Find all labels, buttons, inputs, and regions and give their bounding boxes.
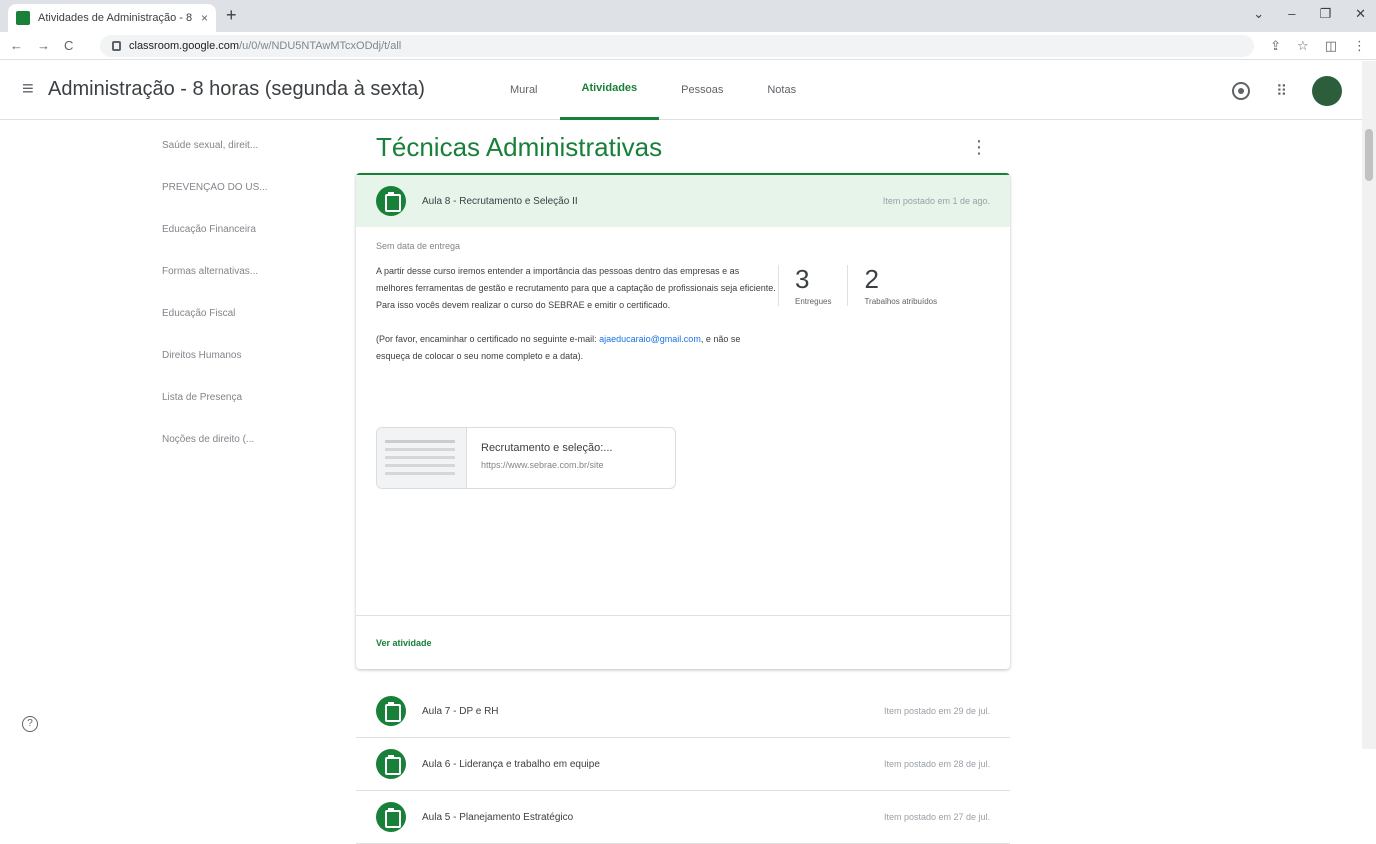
assignment-title: Aula 7 - DP e RH — [422, 705, 499, 717]
topic-options-icon[interactable]: ⋮ — [970, 137, 1010, 158]
help-icon[interactable]: ? — [22, 716, 38, 732]
assignment-date: Item postado em 1 de ago. — [882, 196, 990, 206]
back-icon[interactable]: ← — [10, 38, 23, 53]
assignment-icon — [376, 696, 406, 726]
description-text: (Por favor, encaminhar o certificado no … — [376, 334, 600, 344]
tab-search-icon[interactable]: ⌄ — [1253, 6, 1264, 22]
topic-list: Saúde sexual, direit... PREVENÇÃO DO US.… — [162, 140, 292, 476]
lock-icon — [112, 40, 121, 51]
assignment-date: Item postado em 29 de jul. — [883, 706, 990, 716]
classwork-main: Técnicas Administrativas ⋮ Aula 8 - Recr… — [356, 121, 1010, 844]
stat-label: Trabalhos atribuídos — [864, 297, 938, 306]
side-panel-icon[interactable]: ◫ — [1325, 38, 1337, 54]
assignment-title: Aula 5 - Planejamento Estratégico — [422, 811, 574, 823]
classroom-favicon-icon — [16, 11, 30, 25]
attachment-title: Recrutamento e seleção:... — [481, 442, 613, 454]
browser-toolbar: ← → C classroom.google.com /u/0/w/NDU5NT… — [0, 32, 1376, 60]
assignment-date: Item postado em 27 de jul. — [883, 812, 990, 822]
assignment-title: Aula 6 - Liderança e trabalho em equipe — [422, 758, 600, 770]
assignment-description: A partir desse curso iremos entender a i… — [376, 263, 776, 365]
topic-title: Técnicas Administrativas — [376, 131, 663, 162]
assignment-title: Aula 8 - Recrutamento e Seleção II — [422, 195, 578, 207]
settings-gear-icon[interactable] — [1232, 82, 1250, 100]
attachment-thumbnail — [377, 428, 467, 488]
topic-item[interactable]: Educação Fiscal — [162, 308, 292, 350]
tab-notas[interactable]: Notas — [745, 60, 818, 120]
restore-button[interactable]: ❐ — [1319, 6, 1331, 22]
main-menu-icon[interactable]: ≡ — [0, 78, 48, 101]
stat-number: 2 — [864, 264, 879, 294]
topic-item[interactable]: Lista de Presença — [162, 392, 292, 434]
stat-turned-in[interactable]: 3 Entregues — [778, 265, 847, 306]
topic-item[interactable]: Noções de direito (... — [162, 434, 292, 476]
tab-atividades[interactable]: Atividades — [559, 60, 660, 120]
window-controls: ⌄ – ❐ ✕ — [1253, 6, 1366, 22]
avatar[interactable] — [1312, 76, 1342, 106]
description-paragraph: (Por favor, encaminhar o certificado no … — [376, 331, 776, 365]
list-item[interactable]: Aula 5 - Planejamento Estratégico Item p… — [356, 791, 1010, 844]
close-window-button[interactable]: ✕ — [1355, 6, 1366, 22]
email-link[interactable]: ajaeducaraio@gmail.com — [599, 334, 701, 344]
due-date: Sem data de entrega — [376, 241, 461, 251]
view-assignment-link[interactable]: Ver atividade — [376, 638, 432, 648]
topic-item[interactable]: PREVENÇÃO DO US... — [162, 182, 292, 224]
class-title[interactable]: Administração - 8 horas (segunda à sexta… — [48, 78, 488, 101]
assignment-footer: Ver atividade — [356, 615, 1010, 669]
minimize-button[interactable]: – — [1288, 6, 1295, 22]
link-attachment[interactable]: Recrutamento e seleção:... https://www.s… — [376, 427, 676, 489]
assignment-stats: 3 Entregues 2 Trabalhos atribuídos — [778, 265, 953, 306]
class-nav-tabs: Mural Atividades Pessoas Notas — [488, 60, 818, 120]
assignment-list: Aula 7 - DP e RH Item postado em 29 de j… — [356, 685, 1010, 844]
tab-close-icon[interactable]: × — [201, 11, 208, 25]
assignment-icon — [376, 749, 406, 779]
scrollbar-thumb[interactable] — [1365, 129, 1373, 181]
description-paragraph: A partir desse curso iremos entender a i… — [376, 266, 776, 310]
assignment-icon — [376, 186, 406, 216]
topic-item[interactable]: Educação Financeira — [162, 224, 292, 266]
classroom-header: ≡ Administração - 8 horas (segunda à sex… — [0, 60, 1376, 120]
assignment-date: Item postado em 28 de jul. — [883, 759, 990, 769]
url-host: classroom.google.com — [129, 39, 240, 52]
forward-icon[interactable]: → — [37, 38, 50, 53]
new-tab-button[interactable]: + — [226, 5, 237, 26]
tab-pessoas[interactable]: Pessoas — [659, 60, 745, 120]
topic-item[interactable]: Saúde sexual, direit... — [162, 140, 292, 182]
topic-item[interactable]: Formas alternativas... — [162, 266, 292, 308]
list-item[interactable]: Aula 6 - Liderança e trabalho em equipe … — [356, 738, 1010, 791]
assignment-header[interactable]: Aula 8 - Recrutamento e Seleção II Item … — [356, 173, 1010, 227]
expanded-assignment-card: Aula 8 - Recrutamento e Seleção II Item … — [356, 173, 1010, 669]
share-icon[interactable]: ⇪ — [1270, 38, 1281, 54]
attachment-url: https://www.sebrae.com.br/site — [481, 460, 604, 470]
apps-grid-icon[interactable]: ⠿ — [1276, 82, 1287, 100]
scrollbar[interactable] — [1362, 61, 1376, 749]
tab-title: Atividades de Administração - 8 — [38, 12, 193, 24]
browser-menu-icon[interactable]: ⋮ — [1353, 38, 1366, 54]
assignment-icon — [376, 802, 406, 832]
tab-mural[interactable]: Mural — [488, 60, 560, 120]
stat-number: 3 — [795, 264, 810, 294]
url-path: /u/0/w/NDU5NTAwMTcxODdj/t/all — [239, 39, 402, 52]
stat-assigned[interactable]: 2 Trabalhos atribuídos — [847, 265, 953, 306]
reload-icon[interactable]: C — [64, 38, 73, 53]
topic-item[interactable]: Direitos Humanos — [162, 350, 292, 392]
bookmark-star-icon[interactable]: ☆ — [1297, 38, 1309, 54]
list-item[interactable]: Aula 7 - DP e RH Item postado em 29 de j… — [356, 685, 1010, 738]
browser-tab[interactable]: Atividades de Administração - 8 × — [8, 4, 216, 32]
address-bar[interactable]: classroom.google.com /u/0/w/NDU5NTAwMTcx… — [100, 34, 1255, 57]
browser-tabbar: Atividades de Administração - 8 × + ⌄ – … — [0, 0, 1376, 32]
stat-label: Entregues — [795, 297, 832, 306]
topic-section-header: Técnicas Administrativas ⋮ — [356, 121, 1010, 173]
